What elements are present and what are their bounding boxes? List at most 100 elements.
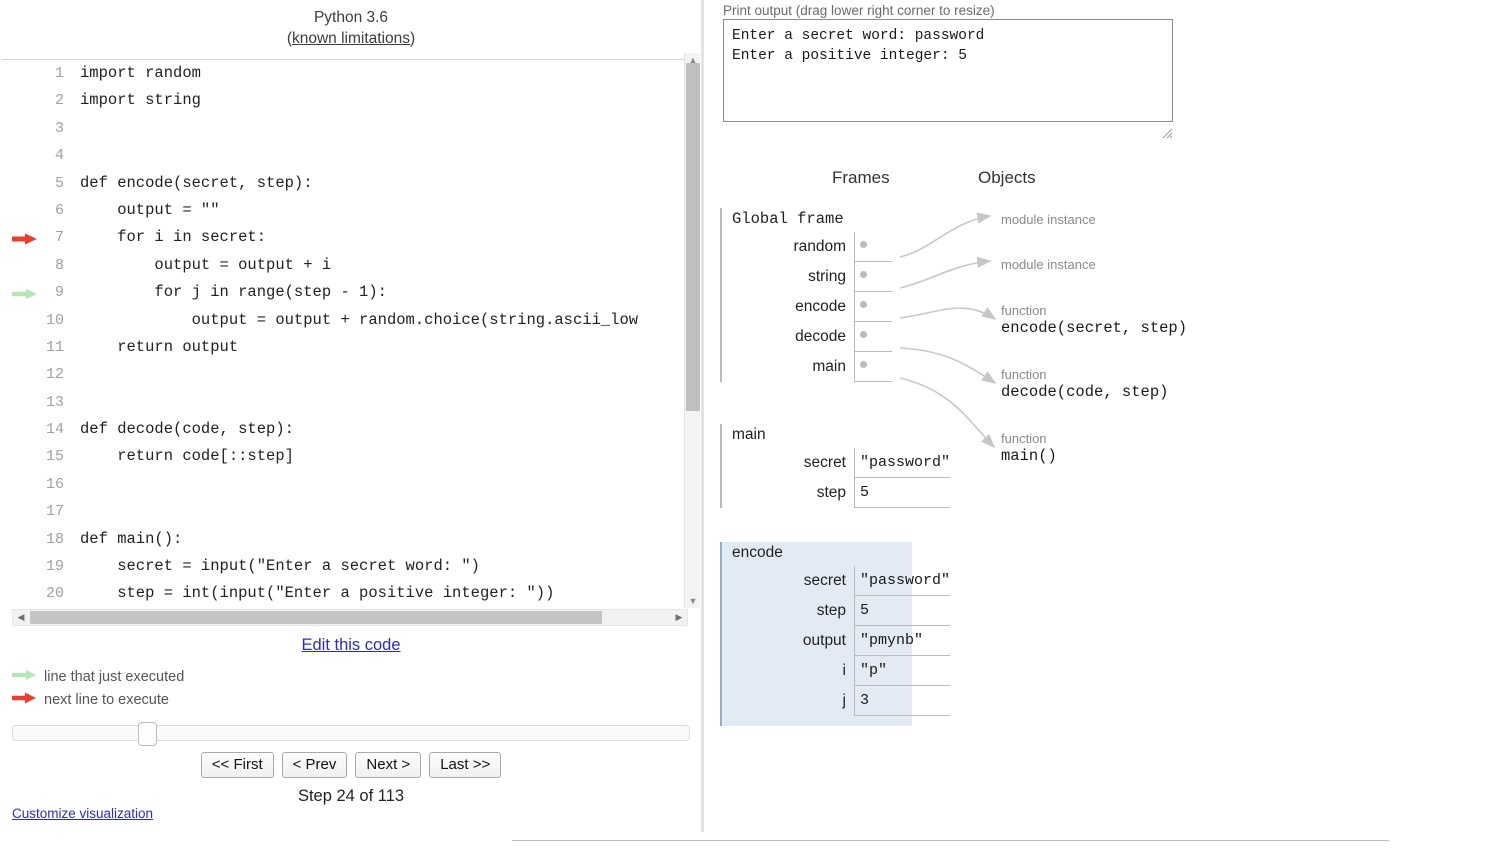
code-line[interactable]: 3 <box>0 115 684 142</box>
line-number: 9 <box>54 284 64 302</box>
edit-this-code-link[interactable]: Edit this code <box>0 636 702 655</box>
frame-variable-row: i "p" <box>722 656 950 686</box>
pointer-dot-icon <box>860 241 867 248</box>
object-signature: encode(secret, step) <box>1001 319 1188 337</box>
prev-button[interactable]: < Prev <box>281 752 348 778</box>
line-number: 1 <box>54 65 64 82</box>
variable-name: secret <box>803 454 846 471</box>
execution-slider[interactable] <box>12 722 690 746</box>
scroll-left-icon[interactable]: ◀ <box>14 610 28 625</box>
next-line-arrow-icon <box>12 224 38 251</box>
object-signature: decode(code, step) <box>1001 383 1169 401</box>
stack-frame: main secret "password" step 5 <box>720 424 950 508</box>
frame-variable-row: step 5 <box>722 596 950 626</box>
code-text: output = output + random.choice(string.a… <box>80 310 639 329</box>
frame-title: Global frame <box>732 210 844 228</box>
frame-variable-row: secret "password" <box>722 448 950 478</box>
line-number: 2 <box>54 92 64 110</box>
stack-frame: encode secret "password" step 5 output "pmynb"… <box>720 542 950 726</box>
line-number: 8 <box>54 256 64 274</box>
variable-name: encode <box>795 298 846 315</box>
code-line[interactable]: 10 output = output + random.choice(strin… <box>0 307 684 334</box>
python-version-header: Python 3.6 (known limitations) <box>0 0 702 49</box>
code-line[interactable]: 20 step = int(input("Enter a positive in… <box>0 580 684 607</box>
python-tutor-visualizer: Python 3.6 (known limitations) 1 import r… <box>0 0 1497 864</box>
code-line[interactable]: 13 <box>0 389 684 416</box>
last-button[interactable]: Last >> <box>429 752 502 778</box>
variable-value: 5 <box>854 478 950 508</box>
variable-name: step <box>816 602 846 619</box>
variable-pointer <box>854 262 892 292</box>
customize-visualization-link[interactable]: Customize visualization <box>12 806 153 821</box>
variable-value: "p" <box>854 656 950 686</box>
code-vertical-scrollbar[interactable]: ▲ ▼ <box>684 53 700 608</box>
variable-name: secret <box>803 572 846 589</box>
resize-handle-icon[interactable] <box>1161 126 1173 139</box>
variable-value: "pmynb" <box>854 626 950 656</box>
frame-variable-row: j3 <box>722 686 950 716</box>
horizontal-scroll-thumb[interactable] <box>30 611 602 624</box>
code-line[interactable]: 15 return code[::step] <box>0 443 684 470</box>
code-line[interactable]: 17 <box>0 498 684 525</box>
variable-name: decode <box>795 328 846 345</box>
legend-executed: line that just executed <box>12 666 184 688</box>
code-text: return code[::step] <box>80 447 294 466</box>
variable-name: step <box>816 484 846 501</box>
green-arrow-icon <box>12 666 38 688</box>
code-line[interactable]: 18 def main(): <box>0 526 684 553</box>
scroll-down-icon[interactable]: ▼ <box>685 594 701 608</box>
code-line[interactable]: 8 output = output + i <box>0 252 684 279</box>
code-text: def main(): <box>80 529 183 548</box>
frame-variable-row: step 5 <box>722 478 950 508</box>
object-type-label: function <box>1001 431 1047 446</box>
code-line[interactable]: 2 import string <box>0 87 684 114</box>
variable-value: 5 <box>854 596 950 626</box>
line-number: 14 <box>45 421 64 439</box>
code-text: import random <box>80 64 201 82</box>
code-text: for i in secret: <box>80 228 267 247</box>
code-line[interactable]: 1 import random <box>0 60 684 87</box>
variable-name: output <box>802 632 846 649</box>
code-line[interactable]: 11 return output <box>0 334 684 361</box>
next-button[interactable]: Next > <box>355 752 422 778</box>
line-number: 12 <box>45 366 64 384</box>
first-button[interactable]: << First <box>200 752 274 778</box>
execution-slider-thumb[interactable] <box>138 722 157 746</box>
code-text: step = int(input("Enter a positive integ… <box>80 584 555 603</box>
code-pane: Python 3.6 (known limitations) 1 import r… <box>0 0 702 864</box>
line-number: 11 <box>45 338 64 356</box>
variable-pointer <box>854 292 892 322</box>
code-line[interactable]: 14 def decode(code, step): <box>0 416 684 443</box>
code-text: output = "" <box>80 200 220 219</box>
code-text: return output <box>80 337 239 356</box>
pointer-dot-icon <box>860 301 867 308</box>
code-horizontal-scrollbar[interactable]: ◀ ▶ <box>12 609 688 626</box>
variable-name: i <box>842 662 846 679</box>
object-signature: main() <box>1001 447 1057 465</box>
code-line[interactable]: 5 def encode(secret, step): <box>0 170 684 197</box>
frame-title: main <box>732 426 766 443</box>
frame-variable-row: string <box>722 262 910 292</box>
variable-value: "password" <box>854 448 950 478</box>
code-line[interactable]: 7 for i in secret: <box>0 224 684 251</box>
red-arrow-icon <box>12 689 38 711</box>
scroll-right-icon[interactable]: ▶ <box>672 610 686 625</box>
variable-name: main <box>812 358 846 375</box>
pane-divider <box>701 0 704 832</box>
code-text: def encode(secret, step): <box>80 173 313 192</box>
legend-executed-label: line that just executed <box>44 669 185 686</box>
executed-line-arrow-icon <box>12 279 38 306</box>
code-line[interactable]: 12 <box>0 361 684 388</box>
legend-next: next line to execute <box>12 689 169 711</box>
print-output-label: Print output (drag lower right corner to… <box>723 3 995 18</box>
code-line[interactable]: 9 for j in range(step - 1): <box>0 279 684 306</box>
code-line[interactable]: 16 <box>0 471 684 498</box>
known-limitations-link[interactable]: known limitations <box>292 30 410 47</box>
object-type-label: function <box>1001 303 1047 318</box>
code-line[interactable]: 4 <box>0 142 684 169</box>
code-line[interactable]: 6 output = "" <box>0 197 684 224</box>
variable-name: random <box>793 238 846 255</box>
vertical-scroll-thumb[interactable] <box>686 63 700 411</box>
variable-value: 3 <box>854 686 950 716</box>
code-line[interactable]: 19 secret = input("Enter a secret word: … <box>0 553 684 580</box>
